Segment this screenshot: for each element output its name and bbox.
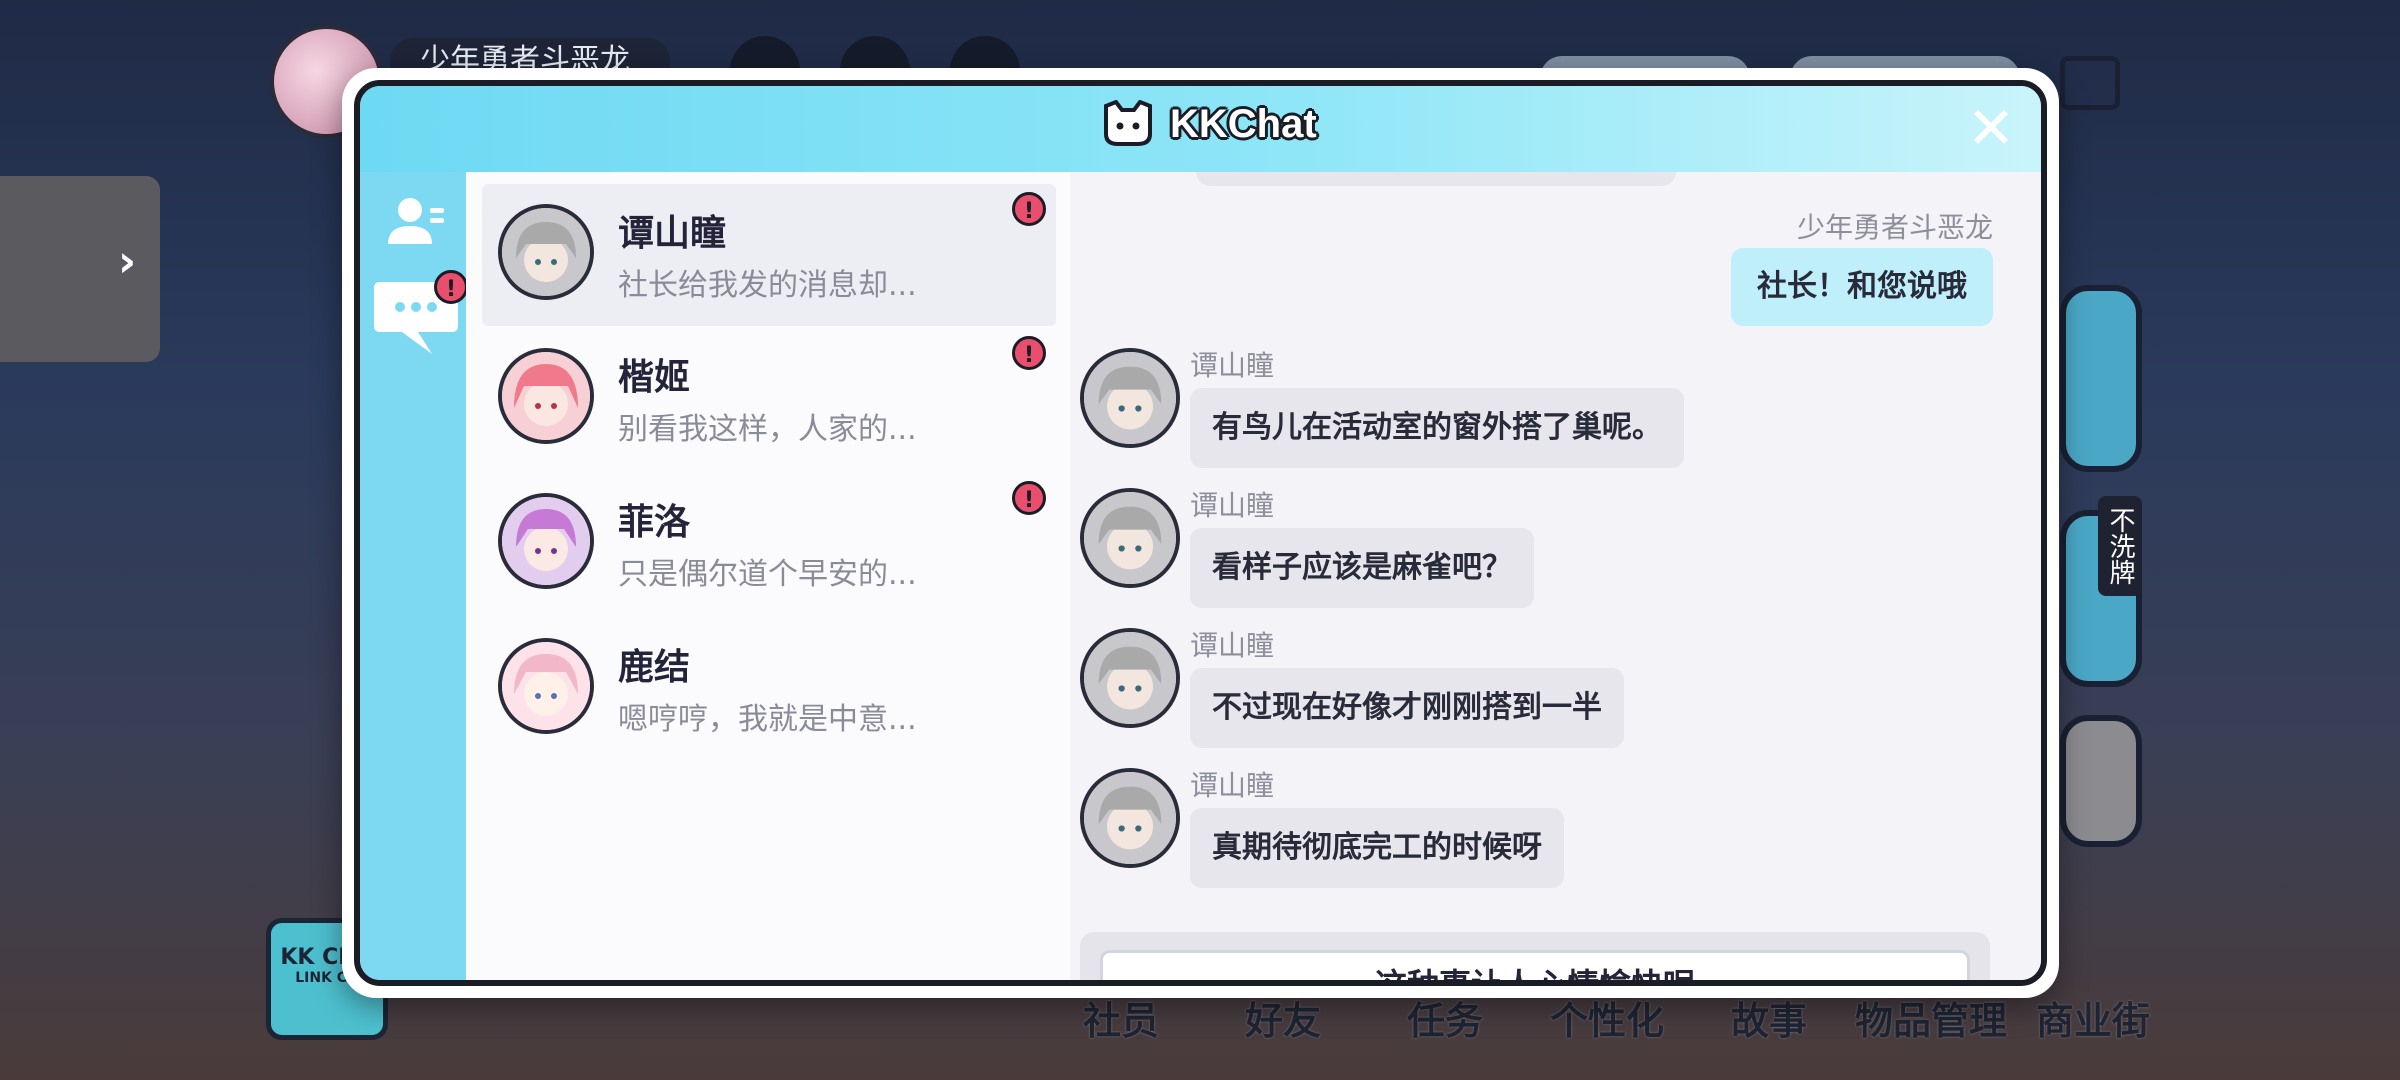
avatar [498,638,594,734]
camera-icon[interactable] [2060,56,2120,110]
reply-option-button[interactable]: 这种事让人心情愉快呢 [1100,950,1970,980]
contact-preview: 社长给我发的消息却... [618,268,917,303]
unread-badge: ! [1012,192,1046,226]
left-rail: ! [360,172,468,980]
right-card-1[interactable] [2060,285,2142,472]
kkchat-modal: KKChat ✕ ! 谭山瞳 社长给我发的消息却... ! 楷姬 别看我这样，人… [342,68,2059,998]
message-bubble: 有鸟儿在活动室的窗外搭了巢呢。 [1190,388,1684,468]
contact-preview: 只是偶尔道个早安的... [618,557,917,592]
sender-name: 谭山瞳 [1190,489,1275,522]
nav-tab-items[interactable]: 物品管理 [1850,990,2012,1045]
unread-badge: ! [1012,481,1046,515]
previous-message-bubble [1196,172,1676,186]
nav-tab-tasks[interactable]: 任务 [1364,990,1526,1045]
contact-preview: 嗯哼哼，我就是中意... [618,702,917,737]
right-card-3[interactable] [2060,715,2142,847]
contact-list: 谭山瞳 社长给我发的消息却... ! 楷姬 别看我这样，人家的... ! 菲洛 … [466,172,1070,980]
sender-avatar[interactable] [1080,488,1180,588]
nav-tab-friends[interactable]: 好友 [1202,990,1364,1045]
sender-name: 谭山瞳 [1190,349,1275,382]
chevron-right-icon: › [118,236,137,287]
sender-name: 谭山瞳 [1190,769,1275,802]
bottom-nav: 社员 好友 任务 个性化 故事 物品管理 商业街 [1040,990,2174,1045]
contacts-icon[interactable] [384,190,448,254]
modal-title: KKChat [1170,101,1317,146]
contact-name: 楷姬 [618,357,691,398]
close-button[interactable]: ✕ [1959,96,2023,160]
unread-badge: ! [1012,336,1046,370]
chat-tab-unread-badge: ! [434,270,468,304]
contact-feiluo[interactable]: 菲洛 只是偶尔道个早安的... ! [482,473,1056,615]
contact-name: 鹿结 [618,647,691,688]
message-bubble: 看样子应该是麻雀吧？ [1190,528,1534,608]
nav-tab-personalize[interactable]: 个性化 [1526,990,1688,1045]
sender-avatar[interactable] [1080,628,1180,728]
modal-header: KKChat ✕ [360,86,2041,172]
contact-preview: 别看我这样，人家的... [618,412,917,447]
no-shuffle-label[interactable]: 不洗牌 [2098,496,2142,596]
sender-avatar[interactable] [1080,768,1180,868]
my-sender-name: 少年勇者斗恶龙 [1796,211,1993,244]
chat-panel[interactable]: 少年勇者斗恶龙 社长！和您说哦 谭山瞳 有鸟儿在活动室的窗外搭了巢呢。 谭山瞳 … [1070,172,2041,980]
sender-avatar[interactable] [1080,348,1180,448]
chat-tab[interactable]: ! [372,270,468,358]
contact-name: 谭山瞳 [618,213,727,254]
avatar [498,348,594,444]
nav-tab-shop[interactable]: 商业街 [2012,990,2174,1045]
my-message-bubble: 社长！和您说哦 [1731,248,1993,326]
side-drawer-toggle[interactable]: › [0,176,160,362]
nav-tab-story[interactable]: 故事 [1688,990,1850,1045]
message-bubble: 不过现在好像才刚刚搭到一半 [1190,668,1624,748]
nav-tab-members[interactable]: 社员 [1040,990,1202,1045]
avatar [498,493,594,589]
sender-name: 谭山瞳 [1190,629,1275,662]
contact-lujie[interactable]: 鹿结 嗯哼哼，我就是中意... [482,618,1056,760]
contact-kaiji[interactable]: 楷姬 别看我这样，人家的... ! [482,328,1056,470]
contact-tanshantong[interactable]: 谭山瞳 社长给我发的消息却... ! [482,184,1056,326]
avatar [498,204,594,300]
message-bubble: 真期待彻底完工的时候呀 [1190,808,1564,888]
kkchat-logo-icon [1104,100,1152,146]
reply-options-area: 这种事让人心情愉快呢 [1080,932,1990,980]
contact-name: 菲洛 [618,502,691,543]
